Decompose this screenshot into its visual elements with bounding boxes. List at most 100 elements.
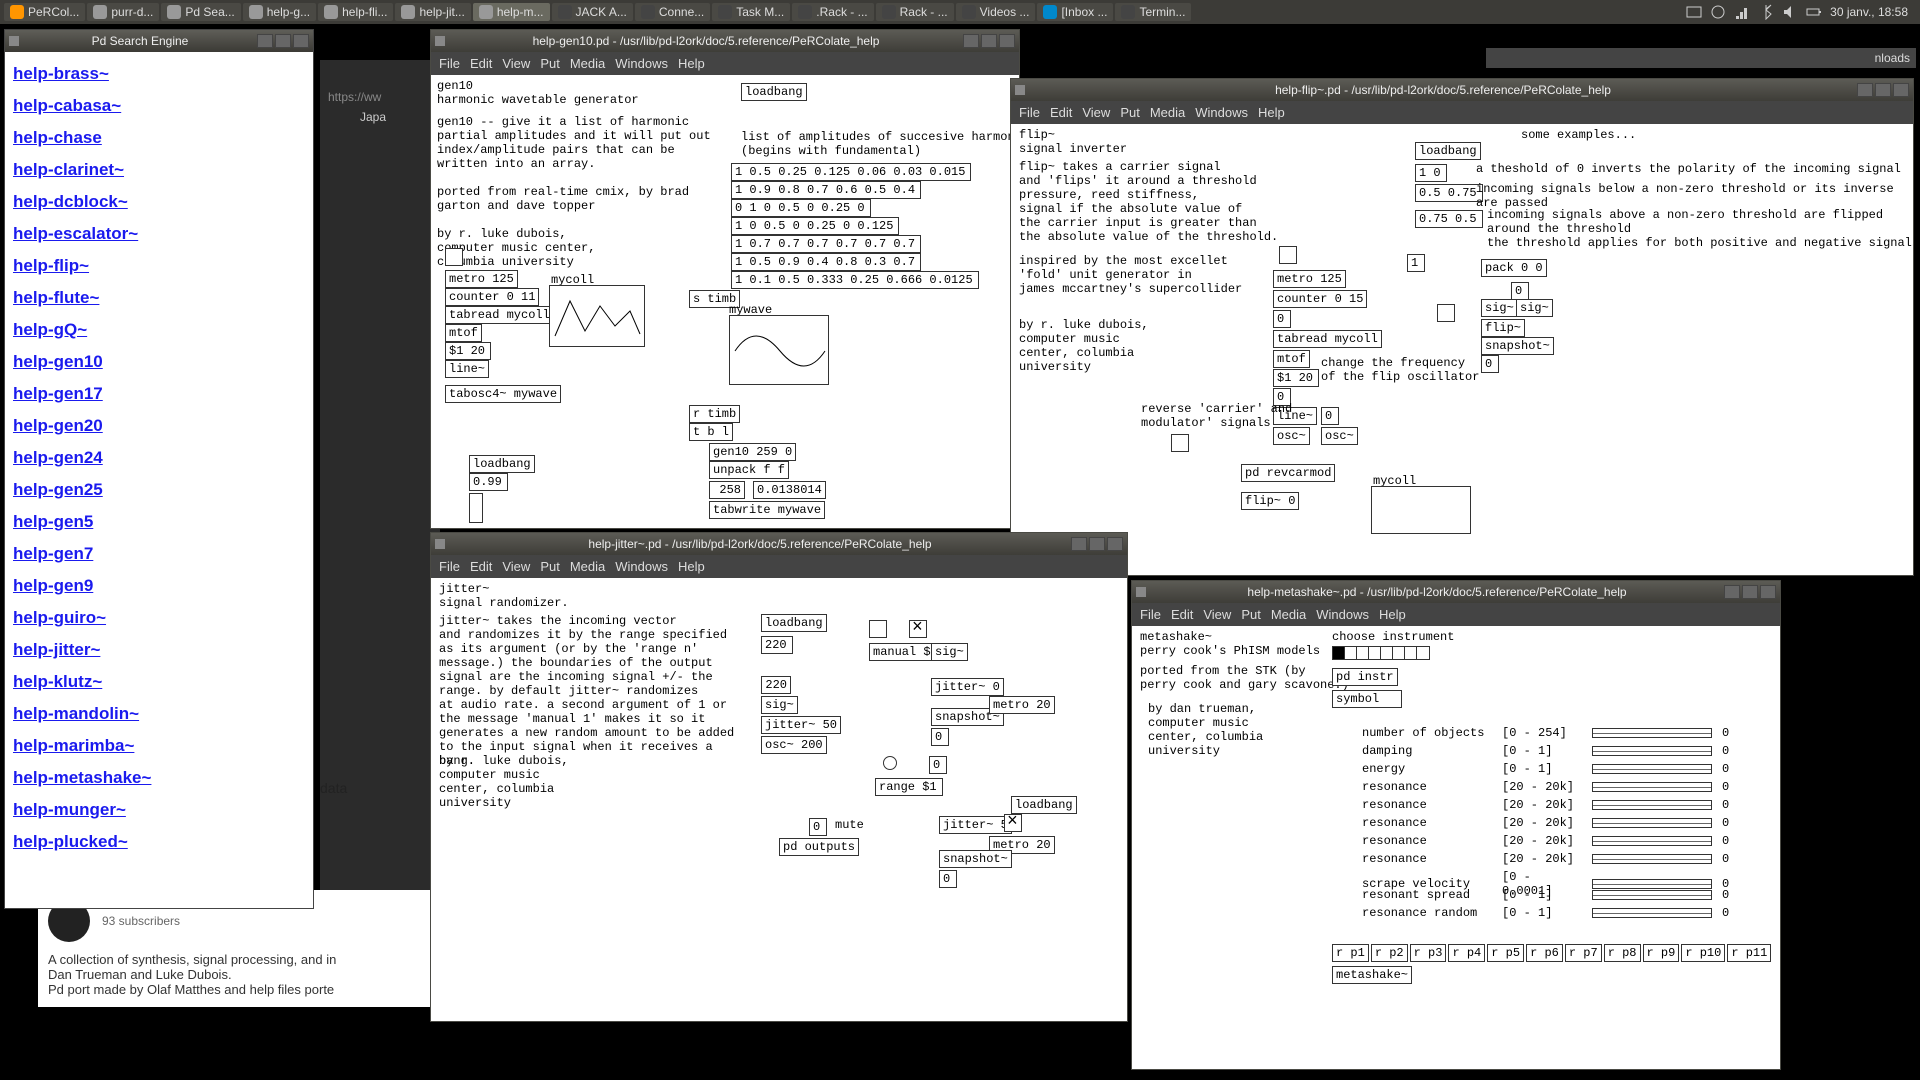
task-conn[interactable]: Conne... (635, 3, 710, 21)
obj-jitter0[interactable]: jitter~ 0 (931, 678, 1004, 696)
search-link[interactable]: help-mandolin~ (13, 698, 305, 730)
menu-edit[interactable]: Edit (1171, 607, 1193, 622)
array-mycoll[interactable] (549, 285, 645, 347)
menu-help[interactable]: Help (678, 559, 705, 574)
task-rack2[interactable]: Rack - ... (876, 3, 954, 21)
num-freq2[interactable]: 0 (1321, 407, 1339, 425)
menu-media[interactable]: Media (570, 56, 605, 71)
search-link[interactable]: help-gen7 (13, 538, 305, 570)
menu-put[interactable]: Put (540, 56, 560, 71)
harm-5[interactable]: 1 0.7 0.7 0.7 0.7 0.7 0.7 (731, 235, 921, 253)
param-slider[interactable] (1592, 800, 1712, 810)
vslider-gain[interactable] (469, 493, 483, 523)
search-link[interactable]: help-jitter~ (13, 634, 305, 666)
maximize-button[interactable] (1875, 83, 1891, 97)
msg-05-075[interactable]: 0.5 0.75 (1415, 184, 1483, 202)
obj-metro20a[interactable]: metro 20 (989, 696, 1055, 714)
search-link[interactable]: help-guiro~ (13, 602, 305, 634)
menu-put[interactable]: Put (540, 559, 560, 574)
menu-help[interactable]: Help (1379, 607, 1406, 622)
search-link[interactable]: help-plucked~ (13, 826, 305, 858)
harm-6[interactable]: 1 0.5 0.9 0.4 0.8 0.3 0.7 (731, 253, 921, 271)
obj-unpack[interactable]: unpack f f (709, 461, 789, 479)
num-out2[interactable]: 0 (939, 870, 957, 888)
obj-sig[interactable]: sig~ (761, 696, 798, 714)
msg-099[interactable]: 0.99 (469, 473, 508, 491)
param-value[interactable]: 0 (1722, 762, 1746, 776)
harm-7[interactable]: 1 0.1 0.5 0.333 0.25 0.666 0.0125 (731, 271, 979, 289)
param-slider[interactable] (1592, 746, 1712, 756)
obj-metro[interactable]: metro 125 (445, 270, 518, 288)
num-1[interactable]: 1 (1407, 254, 1425, 272)
obj-receive[interactable]: r p3 (1410, 944, 1447, 962)
obj-sig2[interactable]: sig~ (931, 643, 968, 661)
menu-file[interactable]: File (439, 56, 460, 71)
param-slider[interactable] (1592, 818, 1712, 828)
task-term[interactable]: Termin... (1115, 3, 1191, 21)
num-out[interactable]: 0 (1481, 355, 1499, 373)
toggle-m20[interactable] (1004, 814, 1022, 832)
harm-1[interactable]: 1 0.5 0.25 0.125 0.06 0.03 0.015 (731, 163, 971, 181)
obj-line[interactable]: line~ (445, 360, 489, 378)
obj-receive[interactable]: r p6 (1526, 944, 1563, 962)
menu-put[interactable]: Put (1241, 607, 1261, 622)
menu-view[interactable]: View (502, 559, 530, 574)
menu-file[interactable]: File (1140, 607, 1161, 622)
task-rack1[interactable]: .Rack - ... (792, 3, 873, 21)
obj-snapshot[interactable]: snapshot~ (1481, 337, 1554, 355)
obj-receive[interactable]: r p4 (1448, 944, 1485, 962)
obj-tabread[interactable]: tabread mycoll (445, 306, 554, 324)
search-link[interactable]: help-klutz~ (13, 666, 305, 698)
num-220[interactable]: 220 (761, 676, 791, 694)
search-link[interactable]: help-dcblock~ (13, 186, 305, 218)
param-value[interactable]: 0 (1722, 906, 1746, 920)
menu-edit[interactable]: Edit (470, 559, 492, 574)
menu-windows[interactable]: Windows (615, 559, 668, 574)
mail-icon[interactable] (1686, 4, 1702, 20)
obj-flip0[interactable]: flip~ 0 (1241, 492, 1299, 510)
obj-loadbang2[interactable]: loadbang (1011, 796, 1077, 814)
task-jack[interactable]: JACK A... (552, 3, 633, 21)
maximize-button[interactable] (1089, 537, 1105, 551)
maximize-button[interactable] (275, 34, 291, 48)
obj-receive[interactable]: r p11 (1727, 944, 1771, 962)
obj-receive[interactable]: r p10 (1681, 944, 1725, 962)
toggle-metro[interactable] (445, 248, 463, 266)
task-vids[interactable]: Videos ... (956, 3, 1036, 21)
search-link[interactable]: help-gen5 (13, 506, 305, 538)
msg-dollar[interactable]: $1 20 (445, 342, 491, 360)
toggle2[interactable] (909, 620, 927, 638)
search-link[interactable]: help-gQ~ (13, 314, 305, 346)
search-link[interactable]: help-gen20 (13, 410, 305, 442)
minimize-button[interactable] (1071, 537, 1087, 551)
close-button[interactable] (1893, 83, 1909, 97)
harm-3[interactable]: 0 1 0 0.5 0 0.25 0 (731, 199, 871, 217)
close-button[interactable] (293, 34, 309, 48)
menu-view[interactable]: View (1203, 607, 1231, 622)
msg-range[interactable]: range $1 (875, 778, 943, 796)
search-link[interactable]: help-gen17 (13, 378, 305, 410)
minimize-button[interactable] (1724, 585, 1740, 599)
num-val[interactable]: 0.0138014 (753, 481, 826, 499)
obj-metashake[interactable]: metashake~ (1332, 966, 1412, 984)
obj-receive[interactable]: r p7 (1565, 944, 1602, 962)
bluetooth-icon[interactable] (1758, 4, 1774, 20)
minimize-button[interactable] (963, 34, 979, 48)
window-menu-icon[interactable] (435, 36, 445, 46)
param-value[interactable]: 0 (1722, 816, 1746, 830)
search-link[interactable]: help-metashake~ (13, 762, 305, 794)
search-link[interactable]: help-gen25 (13, 474, 305, 506)
param-slider[interactable] (1592, 728, 1712, 738)
obj-revcarmod[interactable]: pd revcarmod (1241, 464, 1335, 482)
msg-1-0[interactable]: 1 0 (1415, 164, 1447, 182)
net-icon[interactable] (1734, 4, 1750, 20)
param-slider[interactable] (1592, 854, 1712, 864)
obj-mtof[interactable]: mtof (1273, 350, 1310, 368)
battery-icon[interactable] (1806, 4, 1822, 20)
obj-pack[interactable]: pack 0 0 (1481, 259, 1547, 277)
close-button[interactable] (1760, 585, 1776, 599)
obj-symbol[interactable]: symbol (1332, 690, 1402, 708)
param-value[interactable]: 0 (1722, 726, 1746, 740)
param-slider[interactable] (1592, 782, 1712, 792)
obj-flip[interactable]: flip~ (1481, 319, 1525, 337)
